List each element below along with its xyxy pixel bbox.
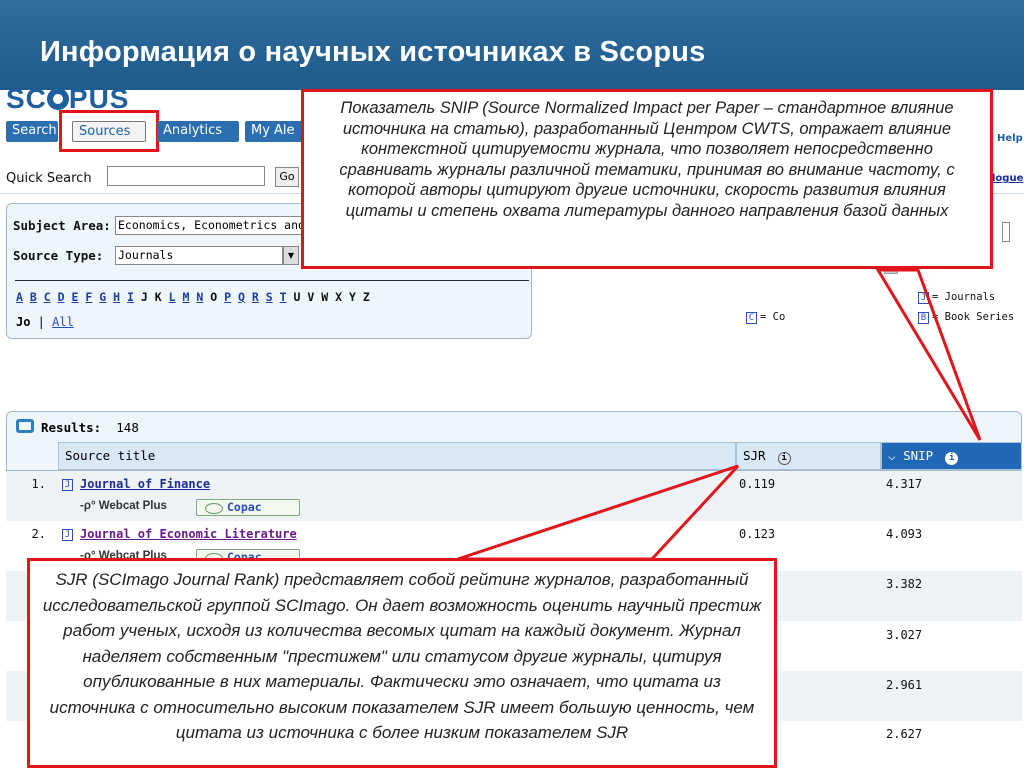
snip-callout-pointer bbox=[875, 268, 982, 441]
sjr-callout-pointer bbox=[457, 464, 740, 561]
sjr-callout: SJR (SCImago Journal Rank) представляет … bbox=[27, 558, 777, 768]
snip-callout: Показатель SNIP (Source Normalized Impac… bbox=[301, 89, 993, 269]
